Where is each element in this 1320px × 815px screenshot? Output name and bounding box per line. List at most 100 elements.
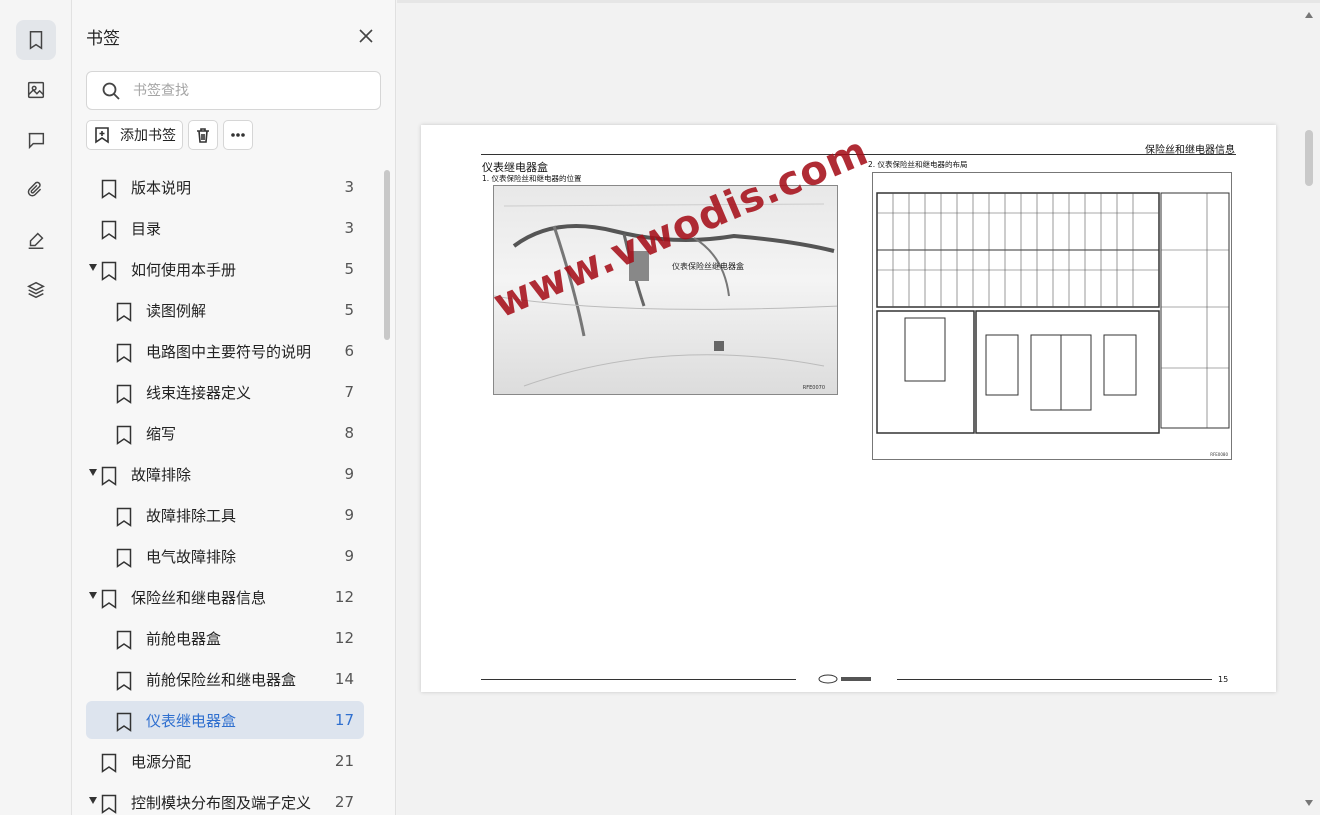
bookmark-icon [116, 507, 132, 527]
search-input[interactable] [133, 80, 363, 102]
bookmark-icon [101, 466, 117, 486]
bookmark-icon [116, 630, 132, 650]
fuse-layout-diagram: RFE0080 [872, 172, 1232, 460]
bookmark-item[interactable]: 电源分配 21 [86, 742, 364, 780]
scroll-up-icon[interactable] [1305, 12, 1313, 18]
bookmark-item[interactable]: 故障排除 9 [86, 455, 364, 493]
bookmark-label: 前舱保险丝和继电器盒 [146, 671, 297, 689]
bookmark-icon [116, 384, 132, 404]
bookmark-label: 电源分配 [131, 753, 192, 771]
bookmark-item[interactable]: 版本说明 3 [86, 168, 364, 206]
bookmark-icon [101, 179, 117, 199]
bookmark-icon [116, 712, 132, 732]
trash-icon [197, 128, 209, 143]
bookmark-page: 9 [344, 465, 354, 483]
bookmark-item[interactable]: 如何使用本手册 5 [86, 250, 364, 288]
bookmark-page: 27 [334, 793, 354, 811]
bookmark-label: 读图例解 [146, 302, 207, 320]
attachment-icon[interactable] [16, 170, 56, 210]
bookmark-label: 故障排除工具 [146, 507, 237, 525]
bookmark-page: 3 [344, 178, 354, 196]
bookmark-page: 7 [344, 383, 354, 401]
document-view: 保险丝和继电器信息 仪表继电器盒 1. 仪表保险丝和继电器的位置 2. 仪表保险… [397, 0, 1320, 815]
comment-icon[interactable] [16, 120, 56, 160]
photo-callout: 仪表保险丝继电器盒 [672, 262, 744, 271]
add-bookmark-icon [95, 127, 109, 144]
bookmark-item[interactable]: 保险丝和继电器信息 12 [86, 578, 364, 616]
signature-icon[interactable] [16, 220, 56, 260]
bookmark-icon [101, 261, 117, 281]
bookmark-page: 6 [344, 342, 354, 360]
expand-caret-icon[interactable] [89, 797, 97, 804]
bookmark-page: 14 [334, 670, 354, 688]
bookmark-item[interactable]: 仪表继电器盒 17 [86, 701, 364, 739]
more-options-button[interactable] [223, 120, 253, 150]
bookmark-item[interactable]: 电气故障排除 9 [86, 537, 364, 575]
bookmark-page: 17 [334, 711, 354, 729]
bookmark-panel: 书签 添加书签 版本说明 3 目录 3 如何使用本手册 5 读图例解 5 电路图中主要符号的说明… [72, 0, 396, 815]
bookmark-label: 电路图中主要符号的说明 [146, 343, 312, 361]
more-icon [231, 133, 245, 137]
bookmark-label: 线束连接器定义 [146, 384, 252, 402]
expand-caret-icon[interactable] [89, 469, 97, 476]
bookmark-icon[interactable] [16, 20, 56, 60]
brand-logo-icon [818, 674, 871, 684]
fuse-grid-drawing [876, 192, 1230, 434]
bookmark-page: 5 [344, 260, 354, 278]
bookmark-label: 缩写 [146, 425, 177, 443]
page-number: 15 [1218, 675, 1229, 684]
bookmark-item[interactable]: 电路图中主要符号的说明 6 [86, 332, 364, 370]
layout-subtitle: 2. 仪表保险丝和继电器的布局 [868, 160, 968, 169]
delete-bookmark-button[interactable] [188, 120, 218, 150]
bookmark-label: 版本说明 [131, 179, 192, 197]
bookmark-page: 5 [344, 301, 354, 319]
bookmark-label: 电气故障排除 [146, 548, 237, 566]
expand-caret-icon[interactable] [89, 592, 97, 599]
bookmark-item[interactable]: 线束连接器定义 7 [86, 373, 364, 411]
bookmark-icon [116, 302, 132, 322]
bookmark-item[interactable]: 前舱电器盒 12 [86, 619, 364, 657]
diagram-code: RFE0080 [1210, 452, 1228, 457]
bookmark-page: 9 [344, 547, 354, 565]
document-scrollbar[interactable] [1305, 130, 1313, 186]
panel-scrollbar[interactable] [384, 170, 390, 340]
bookmark-page: 12 [334, 629, 354, 647]
add-bookmark-label: 添加书签 [120, 128, 176, 144]
bookmark-icon [116, 671, 132, 691]
add-bookmark-button[interactable]: 添加书签 [86, 120, 183, 150]
bookmark-label: 目录 [131, 220, 162, 238]
bookmark-label: 仪表继电器盒 [146, 712, 237, 730]
search-icon [102, 82, 120, 100]
bookmark-icon [101, 589, 117, 609]
bookmark-item[interactable]: 控制模块分布图及端子定义 27 [86, 783, 364, 815]
bookmark-icon [116, 343, 132, 363]
bookmark-item[interactable]: 前舱保险丝和继电器盒 14 [86, 660, 364, 698]
bookmark-item[interactable]: 目录 3 [86, 209, 364, 247]
close-icon[interactable] [355, 25, 377, 47]
bookmark-item[interactable]: 读图例解 5 [86, 291, 364, 329]
bookmark-search [86, 71, 381, 110]
image-icon[interactable] [16, 70, 56, 110]
footer-rule-left [481, 679, 796, 680]
tool-rail [0, 0, 72, 815]
panel-title: 书签 [86, 29, 120, 49]
document-page: 保险丝和继电器信息 仪表继电器盒 1. 仪表保险丝和继电器的位置 2. 仪表保险… [421, 125, 1276, 692]
layers-icon[interactable] [16, 270, 56, 310]
bookmark-label: 前舱电器盒 [146, 630, 222, 648]
bookmark-page: 21 [334, 752, 354, 770]
bookmark-label: 保险丝和继电器信息 [131, 589, 267, 607]
footer-rule-right [897, 679, 1212, 680]
bookmark-page: 12 [334, 588, 354, 606]
bookmark-icon [101, 794, 117, 814]
bookmark-item[interactable]: 故障排除工具 9 [86, 496, 364, 534]
bookmark-page: 3 [344, 219, 354, 237]
bookmark-label: 故障排除 [131, 466, 192, 484]
bookmark-page: 8 [344, 424, 354, 442]
scroll-down-icon[interactable] [1305, 800, 1313, 806]
expand-caret-icon[interactable] [89, 264, 97, 271]
bookmark-page: 9 [344, 506, 354, 524]
bookmark-icon [101, 753, 117, 773]
bookmark-item[interactable]: 缩写 8 [86, 414, 364, 452]
location-subtitle: 1. 仪表保险丝和继电器的位置 [482, 174, 582, 183]
photo-code: RFE0070 [802, 385, 825, 391]
